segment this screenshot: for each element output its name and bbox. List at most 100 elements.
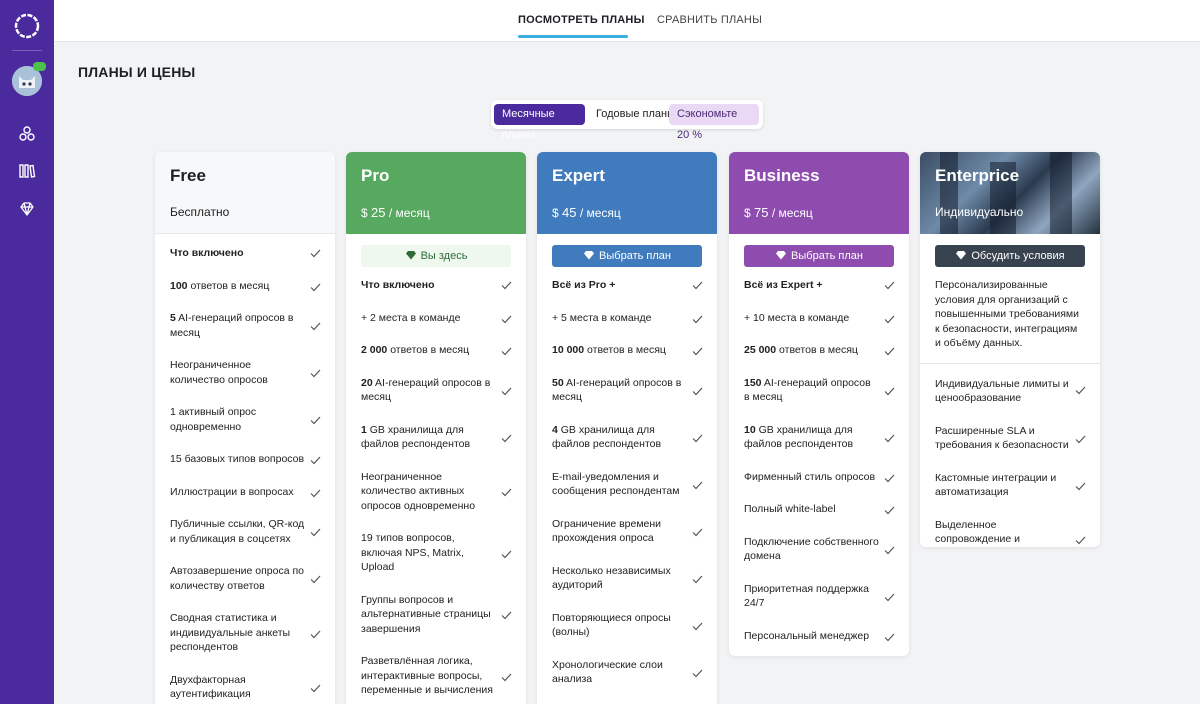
feature-item: Неограниченное количество опросов [155, 349, 335, 396]
plan-card-business: Business $ 75 / месяц Выбрать план Всё и… [729, 152, 909, 656]
check-icon [692, 574, 703, 583]
feature-item: 1 GB хранилища для файлов респондентов [346, 414, 526, 461]
plan-card-pro: Pro $ 25 / месяц Вы здесь Что включено + … [346, 152, 526, 704]
feature-text: Несколько независимых аудиторий [552, 564, 671, 592]
check-icon [501, 346, 512, 356]
check-icon [310, 321, 321, 331]
feature-text: AI-генераций опросов в месяц [552, 376, 682, 404]
feature-text: E-mail-уведомления и сообщения респонден… [552, 470, 680, 498]
price-period: / месяц [579, 206, 621, 220]
feature-item: Расширенные SLA и требования к безопасно… [920, 415, 1100, 462]
feature-text: Персональный менеджер [744, 629, 870, 642]
logo-ring-icon[interactable] [13, 12, 41, 40]
check-icon [1075, 385, 1086, 394]
avatar[interactable] [12, 62, 46, 96]
check-icon [310, 683, 321, 692]
check-icon [501, 487, 512, 497]
feature-item: + 10 места в команде [729, 302, 909, 335]
feature-text: Подключение собственного домена [744, 535, 879, 563]
feature-item: + 5 места в команде [537, 302, 717, 335]
page-title: ПЛАНЫ И ЦЕНЫ [78, 64, 196, 80]
plan-header-expert: Expert $ 45 / месяц [537, 152, 717, 234]
feature-item: Всё из Pro + [537, 267, 717, 302]
plan-name: Expert [552, 166, 605, 185]
check-icon [310, 574, 321, 584]
feature-item: Автозавершение опроса по количеству отве… [155, 555, 335, 602]
check-icon [310, 282, 321, 291]
cta-label: Вы здесь [420, 250, 468, 262]
feature-item: Хронологические слои анализа [537, 649, 717, 696]
check-icon [692, 280, 703, 290]
feature-text: GB хранилища для файлов респондентов [552, 423, 662, 451]
feature-item: Персональный менеджер [729, 620, 909, 653]
cta-label: Обсудить условия [971, 250, 1065, 262]
feature-text: Приоритетная поддержка 24/7 [744, 582, 869, 610]
feature-item: 25 000 ответов в месяц [729, 334, 909, 367]
cta-label: Выбрать план [791, 250, 863, 262]
price-amount: 75 [754, 205, 769, 220]
feature-item: E-mail-уведомления и сообщения респонден… [537, 461, 717, 508]
feature-item: Несколько независимых аудиторий [537, 555, 717, 602]
price-currency: $ [552, 206, 559, 220]
feature-item: Сводная статистика и индивидуальные анке… [155, 602, 335, 664]
feature-highlight: Что включено [361, 279, 435, 291]
sidebar [0, 0, 54, 704]
diamond-icon[interactable] [18, 200, 36, 218]
feature-item: 15 базовых типов вопросов [155, 443, 335, 476]
active-tab-indicator [518, 35, 628, 38]
check-icon [501, 549, 512, 558]
building-image [1050, 152, 1072, 234]
price-currency: $ [361, 206, 368, 220]
plan-price: Индивидуально [935, 205, 1024, 219]
feature-item: Группы вопросов и альтернативные страниц… [346, 584, 526, 646]
feature-item: 5 AI-генераций опросов в месяц [155, 302, 335, 349]
check-icon [884, 505, 895, 515]
feature-highlight: 10 [744, 423, 756, 436]
check-icon [1075, 434, 1086, 443]
feature-item: Что включено [155, 234, 335, 270]
status-badge [33, 62, 46, 71]
sidebar-divider [12, 50, 42, 51]
monthly-plans-button[interactable]: Месячные планы [494, 104, 585, 141]
feature-text: GB хранилища для файлов респондентов [361, 423, 471, 451]
check-icon [310, 368, 321, 378]
feature-item: Иллюстрации в вопросах [155, 476, 335, 509]
feature-item: Двухфакторная аутентификация [155, 664, 335, 704]
feature-text: Автозавершение опроса по количеству отве… [170, 565, 304, 592]
tab-view-plans[interactable]: ПОСМОТРЕТЬ ПЛАНЫ [518, 14, 645, 26]
feature-text: Разветвлённая логика, интерактивные вопр… [361, 655, 493, 696]
check-icon [310, 629, 321, 638]
feature-text: ответов в месяц [584, 344, 666, 356]
feature-list: Всё из Expert + + 10 места в команде 25 00… [729, 267, 909, 652]
feature-text: Неограниченное количество активных опрос… [361, 470, 476, 512]
feature-text: Двухфакторная аутентификация [170, 673, 251, 701]
building-image [940, 152, 958, 234]
check-icon [692, 346, 703, 356]
check-icon [884, 632, 895, 641]
current-plan-button[interactable]: Вы здесь [361, 245, 511, 267]
tab-compare-plans[interactable]: СРАВНИТЬ ПЛАНЫ [657, 14, 762, 26]
feature-item: Неограниченное количество активных опрос… [346, 461, 526, 523]
feature-item: Разветвлённая логика, интерактивные вопр… [346, 645, 526, 704]
feature-item: Индивидуальные лимиты и ценообразование [920, 364, 1100, 415]
check-icon [501, 386, 512, 395]
library-icon[interactable] [18, 162, 36, 180]
plan-card-enterprise: Enterprice Индивидуально Обсудить услови… [920, 152, 1100, 547]
feature-text: + 5 места в команде [552, 311, 652, 324]
choose-plan-button[interactable]: Выбрать план [744, 245, 894, 267]
feature-text: Повторяющиеся опросы (волны) [552, 611, 671, 639]
hierarchy-icon[interactable] [18, 125, 36, 143]
feature-item: Выделенное сопровождение и онбординг [920, 509, 1100, 548]
feature-highlight: Всё из Expert + [744, 279, 823, 291]
feature-list: Что включено + 2 места в команде 2 000 отв… [346, 267, 526, 704]
choose-plan-button[interactable]: Выбрать план [552, 245, 702, 267]
feature-item: Ограничение времени прохождения опроса [537, 508, 717, 555]
feature-item: Всё из Expert + [729, 267, 909, 302]
discuss-terms-button[interactable]: Обсудить условия [935, 245, 1085, 267]
check-icon [692, 314, 703, 323]
plan-price: $ 75 / месяц [744, 205, 813, 220]
plan-description: Персонализированные условия для организа… [920, 267, 1100, 364]
feature-list: Что включено 100 ответов в месяц 5 AI-гене… [155, 234, 335, 704]
feature-highlight: 150 [744, 376, 762, 389]
feature-item: 20 AI-генераций опросов в месяц [346, 367, 526, 414]
